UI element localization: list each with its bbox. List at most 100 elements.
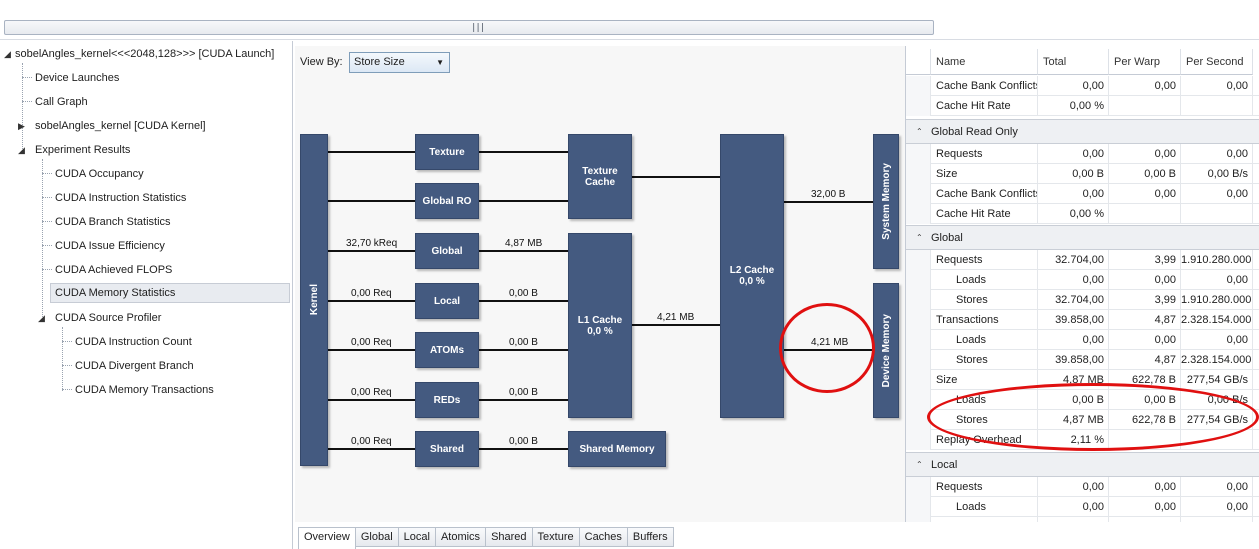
global-block[interactable]: Global xyxy=(415,233,479,269)
device-memory-block[interactable]: Device Memory xyxy=(873,283,899,418)
req-atoms-label: 0,00 Req xyxy=(351,337,392,348)
row-value-cell: 0,00 B xyxy=(1109,164,1181,184)
table-row[interactable]: Loads 0,00 0,00 0,00 xyxy=(906,270,1259,290)
texture-cache-label: Texture Cache xyxy=(582,165,618,188)
row-name-cell: Cache Hit Rate xyxy=(931,96,1038,116)
size-global-label: 4,87 MB xyxy=(505,238,543,249)
row-name-cell: Cache Bank Conflicts xyxy=(931,76,1038,96)
table-row[interactable]: Transactions 39.858,00 4,87 2.328.154.000 xyxy=(906,310,1259,330)
table-row[interactable]: Requests 0,00 0,00 0,00 xyxy=(906,477,1259,497)
view-by-select[interactable]: Store Size ▼ xyxy=(349,52,450,73)
collapsed-arrow-icon[interactable]: ▶ xyxy=(18,121,25,132)
kernel-block[interactable]: Kernel xyxy=(300,134,328,466)
tree-item-issue-efficiency[interactable]: CUDA Issue Efficiency xyxy=(55,236,165,256)
group-header[interactable]: ⌃ Global xyxy=(906,225,1259,250)
grid-header-gutter xyxy=(906,49,931,75)
group-header[interactable]: ⌃ Global Read Only xyxy=(906,119,1259,144)
tab-buffers[interactable]: Buffers xyxy=(627,527,674,547)
collapse-caret-icon[interactable]: ⌃ xyxy=(916,127,923,136)
tab-shared[interactable]: Shared xyxy=(486,527,533,547)
tree-item-device-launches[interactable]: Device Launches xyxy=(35,68,119,88)
expanded-arrow-icon[interactable]: ◢ xyxy=(18,145,25,156)
tree-item-memory-transactions[interactable]: CUDA Memory Transactions xyxy=(75,380,214,400)
tree-root-launch[interactable]: sobelAngles_kernel<<<2048,128>>> [CUDA L… xyxy=(15,44,274,64)
table-row[interactable]: Stores 39.858,00 4,87 2.328.154.000 xyxy=(906,350,1259,370)
column-header-per-warp[interactable]: Per Warp xyxy=(1109,49,1181,75)
row-value-cell: 0,00 % xyxy=(1038,204,1109,224)
system-memory-block[interactable]: System Memory xyxy=(873,134,899,269)
wire-l2-system xyxy=(784,201,874,203)
shared-block[interactable]: Shared xyxy=(415,431,479,467)
row-name-cell: Stores xyxy=(931,350,1038,370)
table-row[interactable]: Cache Bank Conflicts 0,00 0,00 0,00 xyxy=(906,184,1259,204)
row-value-cell: 0,00 xyxy=(1109,76,1181,96)
tree-item-achieved-flops[interactable]: CUDA Achieved FLOPS xyxy=(55,260,172,280)
row-value-cell: 0,00 xyxy=(1181,144,1253,164)
experiment-tree: ◢ sobelAngles_kernel<<<2048,128>>> [CUDA… xyxy=(0,41,293,549)
column-header-per-second[interactable]: Per Second xyxy=(1181,49,1253,75)
table-row[interactable]: Requests 0,00 0,00 0,00 xyxy=(906,144,1259,164)
row-gutter xyxy=(906,76,931,96)
row-value-cell: 1.910.280.000 xyxy=(1181,290,1253,310)
tree-item-occupancy[interactable]: CUDA Occupancy xyxy=(55,164,144,184)
tree-item-experiment-results[interactable]: Experiment Results xyxy=(35,140,130,160)
tree-item-memory-statistics[interactable]: CUDA Memory Statistics xyxy=(50,283,290,303)
row-value-cell: 1.910.280.000 xyxy=(1181,250,1253,270)
row-value-cell xyxy=(1109,204,1181,224)
table-row[interactable]: Size 0,00 B 0,00 B 0,00 B/s xyxy=(906,164,1259,184)
row-gutter xyxy=(906,517,931,522)
l1-cache-block[interactable]: L1 Cache 0,0 % xyxy=(568,233,632,418)
tree-item-instruction-count[interactable]: CUDA Instruction Count xyxy=(75,332,192,352)
texture-cache-block[interactable]: Texture Cache xyxy=(568,134,632,219)
tab-local[interactable]: Local xyxy=(398,527,436,547)
tree-item-divergent-branch[interactable]: CUDA Divergent Branch xyxy=(75,356,194,376)
scroll-grip-icon[interactable]: ||| xyxy=(471,23,485,33)
row-value-cell: 0,00 % xyxy=(1038,96,1109,116)
table-row[interactable]: Stores 32.704,00 3,99 1.910.280.000 xyxy=(906,290,1259,310)
column-header-name[interactable]: Name xyxy=(931,49,1038,75)
l2-cache-block[interactable]: L2 Cache 0,0 % xyxy=(720,134,784,418)
tab-atomics[interactable]: Atomics xyxy=(435,527,487,547)
top-toolbar: ||| xyxy=(0,0,1259,40)
shared-memory-block[interactable]: Shared Memory xyxy=(568,431,666,467)
table-row[interactable]: Cache Bank Conflicts 0,00 0,00 0,00 xyxy=(906,76,1259,96)
tree-item-branch-statistics[interactable]: CUDA Branch Statistics xyxy=(55,212,171,232)
local-block[interactable]: Local xyxy=(415,283,479,319)
wire-texcache-l2 xyxy=(632,176,721,178)
table-row[interactable]: Stores0,000,000,00 xyxy=(906,517,1259,522)
tab-global[interactable]: Global xyxy=(355,527,399,547)
chevron-down-icon[interactable]: ▼ xyxy=(436,53,444,72)
table-row[interactable]: Requests 32.704,00 3,99 1.910.280.000 xyxy=(906,250,1259,270)
table-row[interactable]: Cache Hit Rate 0,00 % xyxy=(906,96,1259,116)
table-row[interactable]: Cache Hit Rate 0,00 % xyxy=(906,204,1259,224)
tab-texture[interactable]: Texture xyxy=(532,527,580,547)
group-header[interactable]: ⌃ Local xyxy=(906,452,1259,477)
row-gutter xyxy=(906,164,931,184)
tree-item-call-graph[interactable]: Call Graph xyxy=(35,92,88,112)
collapse-caret-icon[interactable]: ⌃ xyxy=(916,460,923,469)
reds-block[interactable]: REDs xyxy=(415,382,479,418)
global-ro-block[interactable]: Global RO xyxy=(415,183,479,219)
collapse-caret-icon[interactable]: ⌃ xyxy=(916,233,923,242)
tab-overview[interactable]: Overview xyxy=(298,527,356,549)
expanded-arrow-icon[interactable]: ◢ xyxy=(4,49,11,60)
l2-cache-label: L2 Cache xyxy=(729,265,775,276)
table-row[interactable]: Loads 0,00 0,00 0,00 xyxy=(906,330,1259,350)
wire-shared-sharedmem xyxy=(479,448,569,450)
table-row[interactable]: Loads 0,00 0,00 0,00 xyxy=(906,497,1259,517)
tab-caches[interactable]: Caches xyxy=(579,527,628,547)
tree-item-source-profiler[interactable]: CUDA Source Profiler xyxy=(55,308,161,328)
annotation-circle xyxy=(779,303,875,393)
column-header-total[interactable]: Total xyxy=(1038,49,1109,75)
expanded-arrow-icon[interactable]: ◢ xyxy=(38,313,45,324)
row-gutter xyxy=(906,430,931,450)
size-local-label: 0,00 B xyxy=(509,288,538,299)
horizontal-scrollbar[interactable]: ||| xyxy=(4,20,934,35)
row-value-cell: 0,00 xyxy=(1038,517,1109,522)
row-value-cell: 0,00 xyxy=(1038,144,1109,164)
row-value-cell: 2.328.154.000 xyxy=(1181,310,1253,330)
tree-item-kernel[interactable]: sobelAngles_kernel [CUDA Kernel] xyxy=(35,116,206,136)
texture-block[interactable]: Texture xyxy=(415,134,479,170)
tree-item-instruction-statistics[interactable]: CUDA Instruction Statistics xyxy=(55,188,186,208)
atoms-block[interactable]: ATOMs xyxy=(415,332,479,368)
